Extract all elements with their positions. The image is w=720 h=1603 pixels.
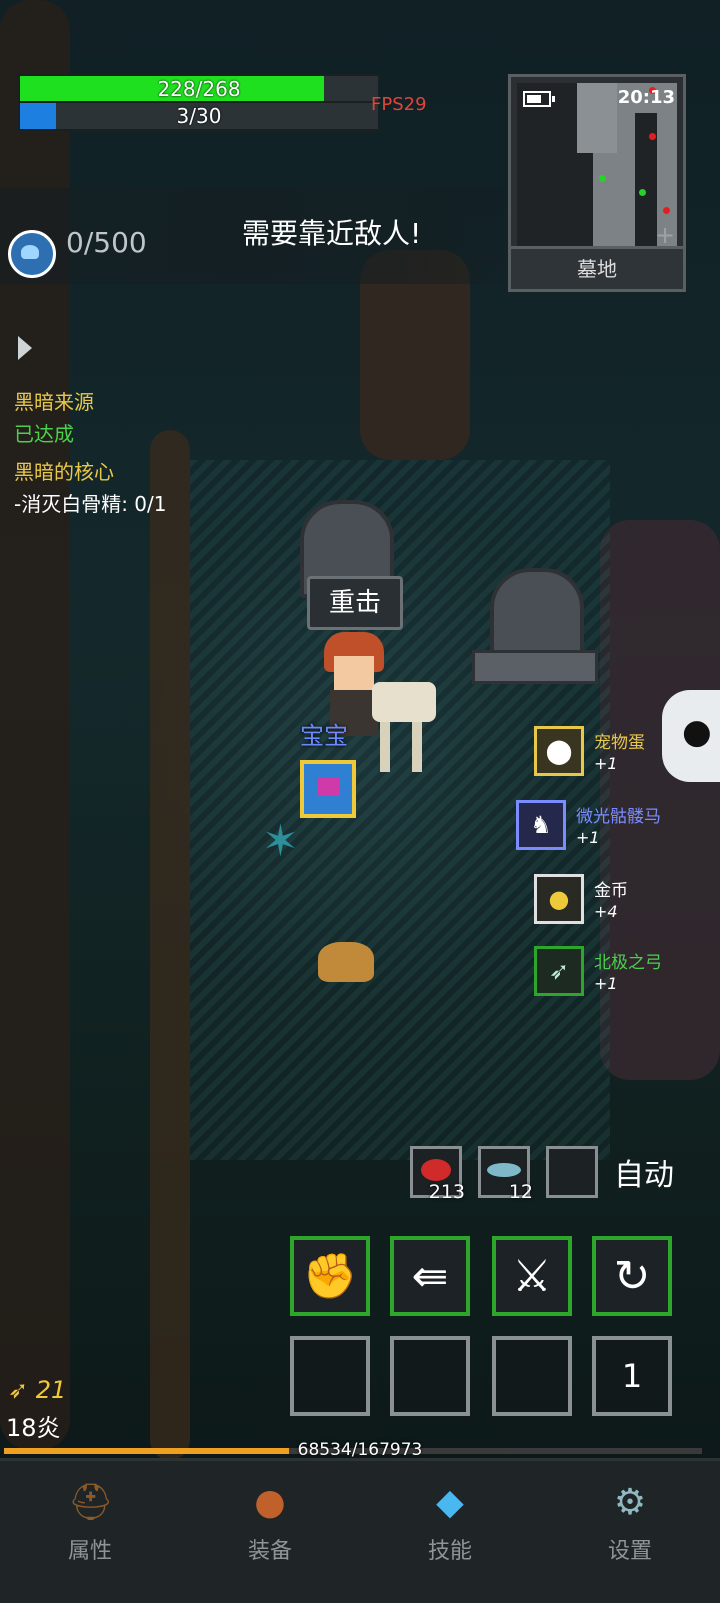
mp-text: 3/30	[176, 104, 222, 128]
skill-slot-2[interactable]: ⇚	[390, 1236, 470, 1316]
skill-slot-4[interactable]: ↻	[592, 1236, 672, 1316]
loot-name: 宠物蛋	[594, 733, 645, 753]
loot-count: +1	[576, 828, 600, 847]
fps-counter: FPS29	[371, 94, 427, 115]
skill-slot-3[interactable]: ⚔	[492, 1236, 572, 1316]
bottom-nav: ⛑ 属性 ● 装备 ◆ 技能 ⚙ 设置	[0, 1458, 720, 1603]
nav-equipment[interactable]: ● 装备	[180, 1461, 360, 1603]
whirl-icon: ↻	[613, 1250, 651, 1302]
helmet-icon: ⛑	[68, 1482, 114, 1523]
nav-label: 装备	[247, 1539, 292, 1564]
empty-skill-slot[interactable]	[390, 1336, 470, 1416]
skill-slot-1[interactable]: ✊	[290, 1236, 370, 1316]
consumable-slot-empty[interactable]	[546, 1146, 598, 1198]
treasure-chest-pet	[300, 760, 356, 818]
quest-objective: -消灭白骨精: 0/1	[14, 492, 167, 516]
empty-skill-slot[interactable]	[290, 1336, 370, 1416]
hp-bar: 228/268	[18, 74, 380, 104]
empty-skill-slot[interactable]	[492, 1336, 572, 1416]
consumable-count: 12	[508, 1181, 533, 1203]
energy-icon[interactable]	[8, 230, 56, 278]
level-value: 21	[35, 1376, 67, 1404]
nav-skills[interactable]: ◆ 技能	[360, 1461, 540, 1603]
bag-icon: ●	[254, 1482, 286, 1523]
egg-icon: ⬤	[534, 726, 584, 776]
player-level: ➶ 21	[8, 1376, 66, 1404]
loot-item: ➶ 北极之弓 +1	[534, 946, 704, 1000]
zone-name: 墓地	[511, 246, 683, 289]
nav-attributes[interactable]: ⛑ 属性	[0, 1461, 180, 1603]
enemy-marker	[663, 207, 670, 214]
consumable-count: 213	[428, 1181, 465, 1203]
bow-icon: ➶	[534, 946, 584, 996]
ally-marker	[639, 189, 646, 196]
consumable-slot-meat[interactable]: 213	[410, 1146, 465, 1203]
tree-trunk	[150, 430, 190, 1460]
pet-name-label: 宝宝	[300, 722, 348, 750]
meat-icon	[421, 1159, 451, 1181]
star-plant: ✶	[262, 816, 299, 867]
loot-count: +1	[594, 974, 618, 993]
loot-count: +1	[594, 754, 618, 773]
loot-name: 北极之弓	[594, 953, 662, 973]
mp-bar: 3/30	[18, 101, 380, 131]
nav-label: 技能	[427, 1539, 472, 1564]
clock-time: 20:13	[617, 87, 675, 108]
loot-name: 金币	[594, 881, 628, 901]
tombstone-base	[472, 650, 598, 684]
dash-icon: ⇚	[411, 1250, 449, 1302]
crystal-icon: ◆	[436, 1482, 464, 1523]
battery-icon	[523, 91, 555, 107]
player-name: 18炎	[6, 1414, 61, 1442]
hp-text: 228/268	[157, 77, 241, 101]
enemy-marker	[649, 133, 656, 140]
auto-button[interactable]: 自动	[614, 1150, 674, 1194]
nav-settings[interactable]: ⚙ 设置	[540, 1461, 720, 1603]
gear-icon: ⚙	[613, 1482, 647, 1523]
quest-title[interactable]: 黑暗来源	[14, 386, 94, 415]
skeleton-horse-icon: ♞	[516, 800, 566, 850]
nav-label: 属性	[67, 1539, 112, 1564]
skill-page-slot[interactable]: 1	[592, 1336, 672, 1416]
gold-coin-icon: ●	[534, 874, 584, 924]
floating-penguin-button[interactable]: ●	[662, 690, 720, 782]
zoom-plus-icon[interactable]: +	[655, 223, 675, 247]
loot-count: +4	[594, 902, 618, 921]
loot-name: 微光骷髅马	[576, 807, 661, 827]
nav-label: 设置	[607, 1539, 652, 1564]
notice-message: 需要靠近敌人!	[242, 217, 422, 250]
quest-title[interactable]: 黑暗的核心	[14, 456, 114, 485]
loot-item: ♞ 微光骷髅马 +1	[516, 800, 686, 854]
skill-popup: 重击	[307, 576, 403, 630]
fish-icon	[487, 1163, 521, 1177]
monster-remains	[318, 942, 374, 982]
penguin-icon: ●	[682, 712, 712, 752]
level-icon: ➶	[8, 1376, 29, 1404]
skeleton-horse-sprite	[372, 672, 440, 776]
minimap[interactable]: + 20:13 墓地	[508, 74, 686, 292]
xp-text: 68534/167973	[297, 1440, 423, 1460]
loot-item: ● 金币 +4	[534, 874, 704, 928]
consumable-slot-fish[interactable]: 12	[478, 1146, 533, 1203]
crossed-swords-icon: ⚔	[512, 1250, 552, 1302]
player-marker	[599, 175, 606, 182]
fist-icon: ✊	[302, 1251, 358, 1302]
energy-counter: 0/500	[66, 226, 147, 259]
expand-arrow-icon[interactable]	[18, 336, 32, 360]
quest-status: 已达成	[14, 422, 74, 446]
